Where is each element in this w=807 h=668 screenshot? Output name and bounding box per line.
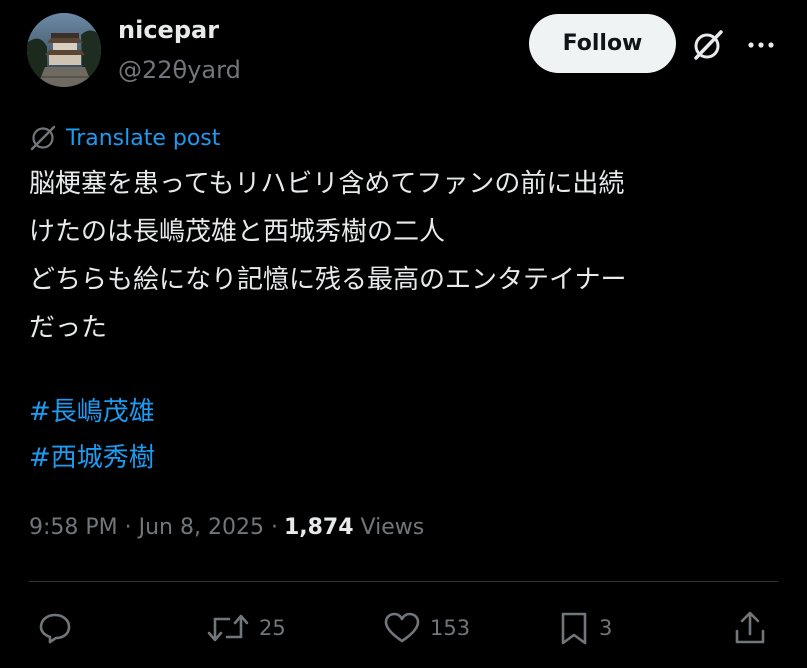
hashtag-link[interactable]: #長嶋茂雄 [29,389,155,435]
hashtag-list: #長嶋茂雄 #西城秀樹 [29,389,155,481]
post-meta: 9:58 PM · Jun 8, 2025 · 1,874 Views [29,515,424,540]
heart-icon [382,609,422,647]
share-button[interactable] [731,608,769,648]
bookmark-icon [557,609,591,647]
post-timestamp[interactable]: 9:58 PM · Jun 8, 2025 · [29,515,278,540]
more-icon[interactable] [744,28,778,62]
author-avatar[interactable] [27,13,101,87]
hashtag-link[interactable]: #西城秀樹 [29,435,155,481]
globe-slash-icon [29,124,57,152]
repost-icon [205,609,251,647]
repost-count: 25 [259,616,286,640]
post-text: 脳梗塞を患ってもリハビリ含めてファンの前に出続 けたのは長嶋茂雄と西城秀樹の二人… [29,160,789,352]
reply-button[interactable] [36,608,82,648]
reply-icon [36,609,74,647]
author-name[interactable]: nicepar [118,16,219,44]
post-text-line: けたのは長嶋茂雄と西城秀樹の二人 [29,217,446,247]
translate-label[interactable]: Translate post [66,126,220,151]
follow-button[interactable]: Follow [529,14,676,73]
post-text-line: だった [29,313,108,343]
repost-button[interactable]: 25 [205,608,286,648]
grok-icon[interactable] [690,27,726,63]
post-text-line: どちらも絵になり記憶に残る最高のエンタテイナー [29,265,627,295]
post-text-line: 脳梗塞を患ってもリハビリ含めてファンの前に出続 [29,169,625,199]
translate-post-link[interactable]: Translate post [29,124,220,152]
author-handle[interactable]: @22θyard [118,56,241,84]
like-count: 153 [430,616,471,640]
like-button[interactable]: 153 [382,608,470,648]
views-count: 1,874 [283,515,354,540]
share-icon [731,609,769,647]
bookmark-count: 3 [599,616,613,640]
divider [29,581,778,582]
views-label: Views [360,515,425,540]
bookmark-button[interactable]: 3 [557,608,612,648]
